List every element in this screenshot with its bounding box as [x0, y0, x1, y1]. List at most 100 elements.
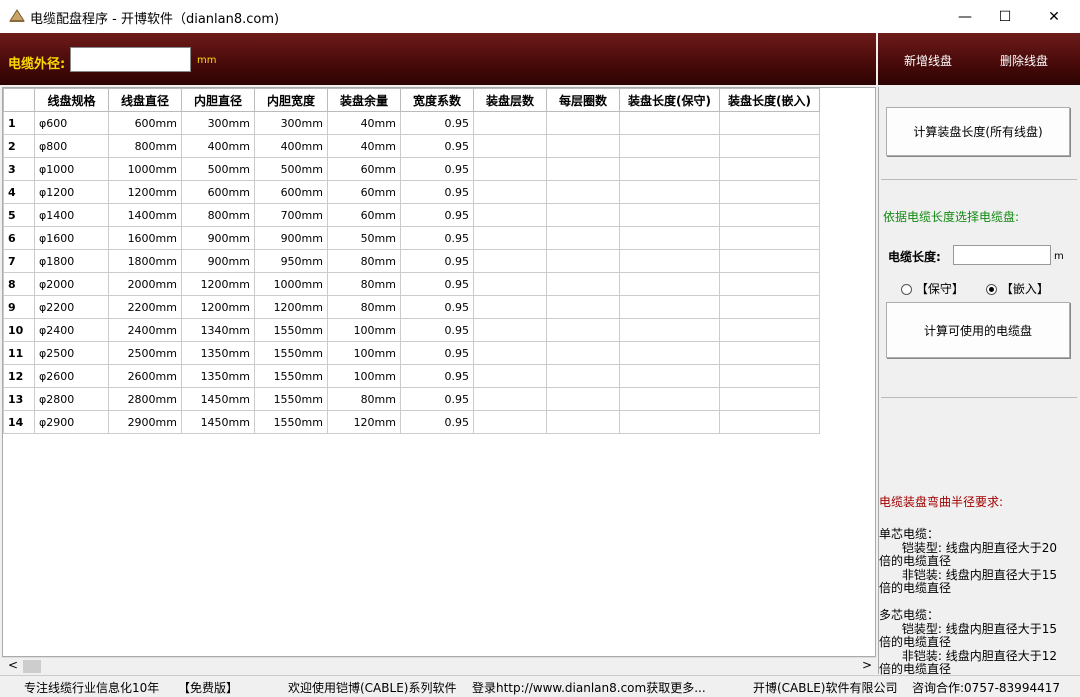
table-cell[interactable]: 1400mm [108, 203, 182, 227]
column-header[interactable]: 每层圈数 [546, 88, 620, 112]
table-cell[interactable] [619, 272, 720, 296]
table-cell[interactable]: 50mm [327, 226, 401, 250]
status-website[interactable]: 登录http://www.dianlan8.com获取更多... [472, 679, 706, 696]
table-cell[interactable]: φ2500 [34, 341, 109, 365]
table-cell[interactable]: 1200mm [181, 295, 255, 319]
table-cell[interactable] [619, 318, 720, 342]
column-header[interactable]: 线盘直径 [108, 88, 182, 112]
corner-header[interactable] [3, 88, 35, 112]
table-cell[interactable]: φ1400 [34, 203, 109, 227]
table-cell[interactable]: 2200mm [108, 295, 182, 319]
table-cell[interactable] [546, 364, 620, 388]
calc-usable-reels-button[interactable]: 计算可使用的电缆盘 [886, 302, 1070, 358]
table-cell[interactable]: 0.95 [400, 318, 474, 342]
table-cell[interactable] [719, 157, 820, 181]
row-number[interactable]: 7 [3, 249, 35, 273]
table-cell[interactable] [546, 387, 620, 411]
table-cell[interactable] [619, 180, 720, 204]
table-row[interactable]: 6 φ1600 1600mm 900mm 900mm 50mm 0.95 [3, 226, 820, 250]
table-cell[interactable]: 1550mm [254, 341, 328, 365]
table-cell[interactable] [719, 295, 820, 319]
radio-conservative[interactable]: 【保守】 [901, 280, 964, 297]
table-cell[interactable] [619, 341, 720, 365]
table-cell[interactable] [546, 410, 620, 434]
table-cell[interactable] [719, 203, 820, 227]
table-cell[interactable]: 80mm [327, 272, 401, 296]
table-cell[interactable]: 100mm [327, 364, 401, 388]
table-cell[interactable]: φ2000 [34, 272, 109, 296]
row-number[interactable]: 1 [3, 111, 35, 135]
table-cell[interactable] [473, 157, 547, 181]
table-cell[interactable]: 0.95 [400, 295, 474, 319]
table-cell[interactable] [546, 157, 620, 181]
table-cell[interactable]: 500mm [181, 157, 255, 181]
table-row[interactable]: 4 φ1200 1200mm 600mm 600mm 60mm 0.95 [3, 180, 820, 204]
table-cell[interactable] [473, 272, 547, 296]
row-number[interactable]: 5 [3, 203, 35, 227]
row-number[interactable]: 8 [3, 272, 35, 296]
table-row[interactable]: 5 φ1400 1400mm 800mm 700mm 60mm 0.95 [3, 203, 820, 227]
column-header[interactable]: 宽度系数 [400, 88, 474, 112]
table-cell[interactable] [546, 318, 620, 342]
table-cell[interactable]: 950mm [254, 249, 328, 273]
table-cell[interactable]: 1550mm [254, 410, 328, 434]
table-cell[interactable]: 1600mm [108, 226, 182, 250]
table-cell[interactable]: 80mm [327, 295, 401, 319]
row-number[interactable]: 13 [3, 387, 35, 411]
table-cell[interactable]: 600mm [254, 180, 328, 204]
table-cell[interactable] [719, 272, 820, 296]
table-cell[interactable]: 0.95 [400, 203, 474, 227]
table-cell[interactable]: φ2800 [34, 387, 109, 411]
row-number[interactable]: 3 [3, 157, 35, 181]
column-header[interactable]: 装盘长度(嵌入) [719, 88, 820, 112]
table-cell[interactable]: 0.95 [400, 180, 474, 204]
table-cell[interactable] [619, 364, 720, 388]
table-cell[interactable] [619, 111, 720, 135]
table-cell[interactable]: 80mm [327, 387, 401, 411]
table-cell[interactable]: 800mm [108, 134, 182, 158]
table-cell[interactable] [619, 157, 720, 181]
table-cell[interactable] [719, 387, 820, 411]
table-cell[interactable] [473, 203, 547, 227]
table-cell[interactable]: 0.95 [400, 134, 474, 158]
table-cell[interactable]: 0.95 [400, 226, 474, 250]
table-cell[interactable]: 300mm [181, 111, 255, 135]
table-cell[interactable]: 0.95 [400, 272, 474, 296]
table-cell[interactable] [619, 295, 720, 319]
radio-embedded-icon[interactable] [986, 284, 997, 295]
scroll-right-icon[interactable]: > [862, 658, 872, 672]
table-row[interactable]: 9 φ2200 2200mm 1200mm 1200mm 80mm 0.95 [3, 295, 820, 319]
table-cell[interactable]: 1200mm [108, 180, 182, 204]
table-cell[interactable] [546, 341, 620, 365]
table-cell[interactable]: 2800mm [108, 387, 182, 411]
table-cell[interactable] [619, 226, 720, 250]
column-header[interactable]: 线盘规格 [34, 88, 109, 112]
table-cell[interactable]: 900mm [181, 249, 255, 273]
table-cell[interactable]: 60mm [327, 180, 401, 204]
add-reel-button[interactable]: 新增线盘 [904, 52, 952, 69]
table-cell[interactable] [546, 111, 620, 135]
table-cell[interactable] [719, 226, 820, 250]
table-row[interactable]: 11 φ2500 2500mm 1350mm 1550mm 100mm 0.95 [3, 341, 820, 365]
scrollbar-thumb[interactable] [23, 660, 41, 673]
table-cell[interactable]: 1200mm [181, 272, 255, 296]
table-cell[interactable]: 0.95 [400, 111, 474, 135]
table-cell[interactable] [719, 341, 820, 365]
table-cell[interactable]: 60mm [327, 203, 401, 227]
table-cell[interactable]: 600mm [181, 180, 255, 204]
table-cell[interactable] [619, 134, 720, 158]
row-number[interactable]: 6 [3, 226, 35, 250]
table-cell[interactable]: 1350mm [181, 341, 255, 365]
table-row[interactable]: 7 φ1800 1800mm 900mm 950mm 80mm 0.95 [3, 249, 820, 273]
row-number[interactable]: 14 [3, 410, 35, 434]
table-row[interactable]: 8 φ2000 2000mm 1200mm 1000mm 80mm 0.95 [3, 272, 820, 296]
table-cell[interactable]: φ2900 [34, 410, 109, 434]
table-cell[interactable] [473, 134, 547, 158]
table-cell[interactable]: 120mm [327, 410, 401, 434]
table-cell[interactable] [473, 295, 547, 319]
table-cell[interactable] [546, 134, 620, 158]
table-cell[interactable]: 1000mm [254, 272, 328, 296]
table-row[interactable]: 13 φ2800 2800mm 1450mm 1550mm 80mm 0.95 [3, 387, 820, 411]
table-row[interactable]: 2 φ800 800mm 400mm 400mm 40mm 0.95 [3, 134, 820, 158]
table-cell[interactable]: φ2400 [34, 318, 109, 342]
